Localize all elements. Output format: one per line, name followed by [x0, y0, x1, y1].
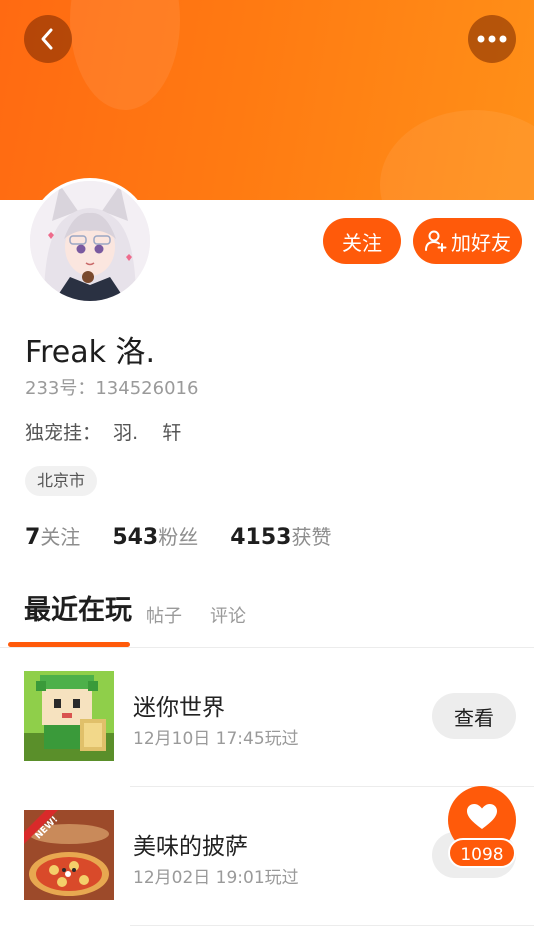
bio: 独宠挂： 羽. 轩	[25, 422, 182, 444]
game-last-played: 12月10日 17:45玩过	[133, 729, 299, 749]
follow-button-label: 关注	[342, 230, 382, 255]
back-icon	[41, 28, 53, 50]
stat-number: 7	[25, 525, 41, 550]
add-friend-button-label: 加好友	[451, 230, 511, 255]
game-icon-good-pizza: NEW!	[24, 810, 114, 900]
stat-number: 543	[112, 525, 159, 550]
view-button[interactable]: 查看	[432, 693, 516, 739]
game-icon-mini-world	[24, 671, 114, 761]
more-options-button[interactable]	[468, 15, 516, 63]
user-id: 233号：134526016	[25, 378, 199, 399]
tab-bar: 最近在玩 帖子 评论	[0, 588, 534, 648]
profile-stats: 7关注 543粉丝 4153获赞	[25, 521, 331, 550]
stat-fans[interactable]: 543粉丝	[112, 521, 198, 550]
stat-label: 获赞	[291, 525, 332, 549]
follow-button[interactable]: 关注	[323, 218, 401, 264]
heart-icon	[467, 804, 497, 829]
username: Freak 洛.	[25, 335, 156, 370]
like-count: 1098	[448, 838, 516, 868]
stat-label: 关注	[40, 525, 81, 549]
avatar[interactable]	[27, 178, 153, 304]
location-tag: 北京市	[25, 466, 98, 496]
stat-label: 粉丝	[158, 525, 199, 549]
game-name: 迷你世界	[133, 695, 225, 721]
game-last-played: 12月02日 19:01玩过	[133, 868, 299, 888]
stat-likes[interactable]: 4153获赞	[230, 521, 331, 550]
add-friend-button[interactable]: 加好友	[413, 218, 522, 264]
profile-banner	[0, 0, 534, 200]
avatar-image	[30, 181, 150, 301]
tab-comments[interactable]: 评论	[210, 594, 246, 640]
divider	[130, 925, 534, 926]
tab-recently-played[interactable]: 最近在玩	[24, 588, 132, 634]
add-user-icon	[425, 230, 447, 252]
stat-following[interactable]: 7关注	[25, 521, 80, 550]
back-button[interactable]	[24, 15, 72, 63]
stat-number: 4153	[230, 525, 292, 550]
tab-posts[interactable]: 帖子	[146, 594, 182, 640]
more-icon	[477, 35, 507, 43]
banner-decoration	[70, 0, 180, 110]
game-row[interactable]: 迷你世界 12月10日 17:45玩过 查看	[0, 648, 534, 787]
game-name: 美味的披萨	[133, 834, 248, 860]
banner-decoration	[380, 110, 534, 200]
